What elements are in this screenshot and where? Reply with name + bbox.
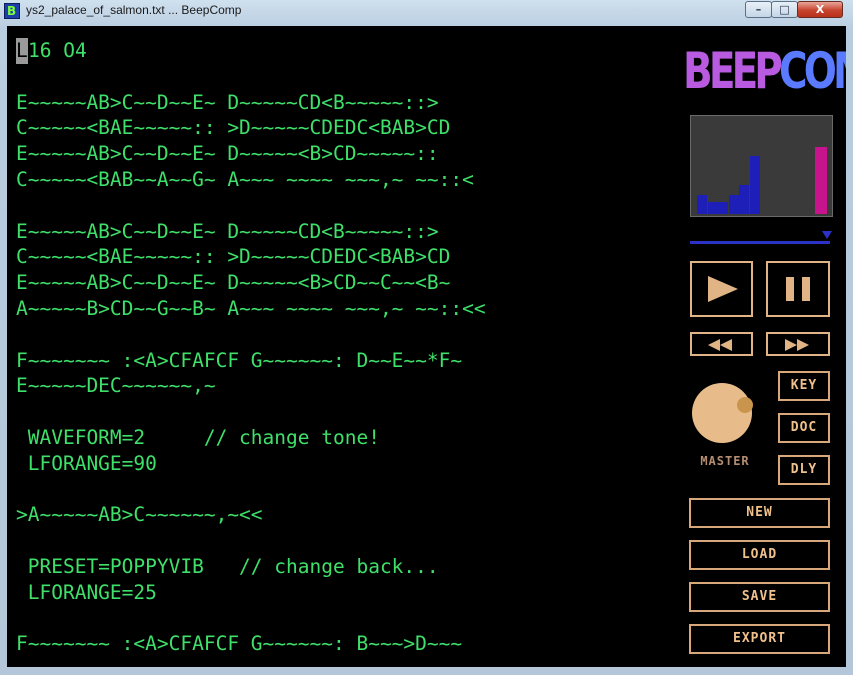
minimize-icon: – [755,3,762,16]
app-window: B ys2_palace_of_salmon.txt ... BeepComp … [0,0,853,675]
rewind-icon [708,339,720,351]
new-button[interactable]: NEW [689,498,830,528]
doc-button[interactable]: DOC [778,413,830,443]
maximize-icon: □ [779,3,790,16]
pause-icon [786,277,794,301]
editor-line: LFORANGE=25 [16,580,676,606]
level-meter-bar [739,185,749,214]
editor-line-text: A~~~~~B>CD~~G~~B~ A~~~ ~~~~ ~~~,~ ~~::<< [16,296,486,320]
key-button[interactable]: KEY [778,371,830,401]
seek-position-marker[interactable] [822,231,832,239]
editor-line-text: LFORANGE=25 [16,580,157,604]
logo-part-beep: BEEP [683,42,783,100]
export-button[interactable]: EXPORT [689,624,830,654]
close-button[interactable]: X [797,1,843,18]
logo-part-comp: COMP [779,42,846,100]
load-button[interactable]: LOAD [689,540,830,570]
level-meter-bar [718,202,728,214]
control-sidebar: BEEPCOMP MASTER KEY DOC DLY NEW [683,26,846,667]
client-area: L16 O4 E~~~~~AB>C~~D~~E~ D~~~~~CD<B~~~~~:… [7,26,846,667]
editor-line-text: 16 O4 [28,39,87,62]
dly-button[interactable]: DLY [778,455,830,485]
app-icon[interactable]: B [4,3,20,19]
editor-line-text: C~~~~~<BAB~~A~~G~ A~~~ ~~~~ ~~~,~ ~~::< [16,167,474,191]
editor-line: PRESET=POPPYVIB // change back... [16,554,676,580]
level-meter-display [690,115,833,217]
editor-line-text: E~~~~~AB>C~~D~~E~ D~~~~~CD<B~~~~~::> [16,90,439,114]
rewind-icon-half [720,339,732,351]
level-meter-bar-master [815,147,827,214]
editor-line-text: >A~~~~~AB>C~~~~~~,~<< [16,503,263,527]
level-meter-bar [749,156,760,214]
editor-line-text: C~~~~~<BAE~~~~~:: >D~~~~~CDEDC<BAB>CD [16,245,451,269]
editor-line: A~~~~~B>CD~~G~~B~ A~~~ ~~~~ ~~~,~ ~~::<< [16,296,676,322]
fast-forward-icon-half [797,339,809,351]
editor-line-text: E~~~~~AB>C~~D~~E~ D~~~~~<B>CD~~C~~<B~ [16,271,451,295]
knob-indicator [737,397,753,413]
editor-line-text: WAVEFORM=2 // change tone! [16,425,380,449]
editor-line: F~~~~~~~ :<A>CFAFCF G~~~~~~: D~~E~~*F~ [16,348,676,374]
save-button[interactable]: SAVE [689,582,830,612]
editor-line: C~~~~~<BAE~~~~~:: >D~~~~~CDEDC<BAB>CD [16,115,676,141]
editor-line-text: E~~~~~AB>C~~D~~E~ D~~~~~CD<B~~~~~::> [16,219,439,243]
editor-line: F~~~~~~~ :<A>CFAFCF G~~~~~~: B~~~>D~~~ [16,631,676,657]
editor-line: C~~~~~<BAE~~~~~:: >D~~~~~CDEDC<BAB>CD [16,244,676,270]
mml-text-editor[interactable]: L16 O4 E~~~~~AB>C~~D~~E~ D~~~~~CD<B~~~~~:… [16,38,676,664]
editor-line: L16 O4 [16,38,676,64]
editor-line-text: E~~~~~AB>C~~D~~E~ D~~~~~<B>CD~~~~~:: [16,142,439,166]
seek-bar[interactable] [690,241,830,244]
minimize-button[interactable]: – [745,1,772,18]
editor-line: E~~~~~AB>C~~D~~E~ D~~~~~<B>CD~~~~~:: [16,141,676,167]
editor-line-text: E~~~~~DEC~~~~~~,~ [16,374,216,398]
window-title: ys2_palace_of_salmon.txt ... BeepComp [26,3,242,17]
fast-forward-icon [785,339,797,351]
play-icon [708,276,738,302]
editor-line: E~~~~~AB>C~~D~~E~ D~~~~~CD<B~~~~~::> [16,219,676,245]
editor-line: LFORANGE=90 [16,451,676,477]
level-meter-bar [697,195,707,214]
maximize-button[interactable]: □ [771,1,798,18]
beepcomp-logo: BEEPCOMP [683,36,846,106]
editor-line: E~~~~~AB>C~~D~~E~ D~~~~~CD<B~~~~~::> [16,90,676,116]
editor-line-text: F~~~~~~~ :<A>CFAFCF G~~~~~~: D~~E~~*F~ [16,348,463,372]
master-label: MASTER [700,454,750,468]
editor-line-text: LFORANGE=90 [16,451,157,475]
text-cursor: L [16,38,28,64]
level-meter-bar [707,202,718,214]
level-meter-bar [728,195,739,214]
app-icon-letter: B [7,4,17,18]
editor-line-text: PRESET=POPPYVIB // change back... [16,554,439,578]
pause-icon-bar [802,277,810,301]
editor-line: E~~~~~AB>C~~D~~E~ D~~~~~<B>CD~~C~~<B~ [16,270,676,296]
editor-line: WAVEFORM=2 // change tone! [16,425,676,451]
editor-line-text: F~~~~~~~ :<A>CFAFCF G~~~~~~: B~~~>D~~~ [16,632,463,656]
rewind-button[interactable] [690,332,753,356]
editor-line-text: C~~~~~<BAE~~~~~:: >D~~~~~CDEDC<BAB>CD [16,116,451,140]
pause-button[interactable] [766,261,830,317]
editor-line: E~~~~~DEC~~~~~~,~ [16,373,676,399]
play-button[interactable] [690,261,753,317]
close-icon: X [815,3,825,16]
editor-line: C~~~~~<BAB~~A~~G~ A~~~ ~~~~ ~~~,~ ~~::< [16,167,676,193]
editor-line: >A~~~~~AB>C~~~~~~,~<< [16,502,676,528]
title-bar[interactable]: B ys2_palace_of_salmon.txt ... BeepComp … [0,0,853,22]
fast-forward-button[interactable] [766,332,830,356]
master-volume-knob[interactable] [692,383,753,443]
